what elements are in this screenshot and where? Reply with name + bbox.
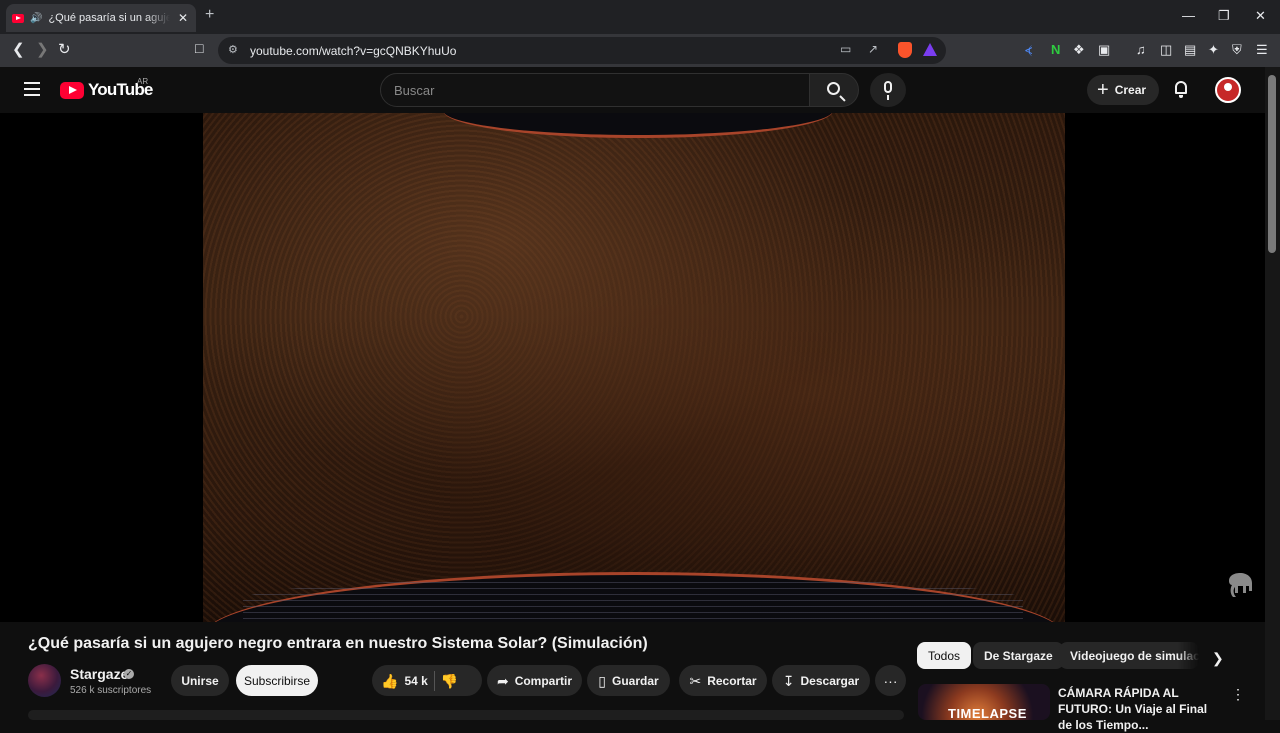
country-code: AR bbox=[137, 77, 149, 86]
screenshot-icon[interactable]: ▣ bbox=[1098, 42, 1110, 58]
microphone-icon bbox=[884, 81, 892, 100]
cast-icon[interactable]: ▭ bbox=[840, 42, 851, 56]
youtube-play-icon bbox=[60, 81, 84, 99]
page-scrollbar[interactable] bbox=[1265, 67, 1280, 720]
like-button[interactable]: 👍 54 k bbox=[381, 674, 428, 688]
chip-videojuego[interactable]: Videojuego de simulación bbox=[1059, 642, 1199, 669]
save-button[interactable]: ▯ Guardar bbox=[587, 665, 670, 696]
window-close-button[interactable]: ✕ bbox=[1255, 8, 1266, 24]
brave-rewards-icon[interactable] bbox=[923, 43, 937, 56]
sidebar-icon[interactable]: ◫ bbox=[1160, 42, 1172, 58]
verified-badge-icon: ✓ bbox=[124, 669, 134, 679]
browser-toolbar: ❮ ❯ ↻ □ ⚙ youtube.com/watch?v=gcQNBKYhuU… bbox=[0, 34, 1280, 67]
save-bookmark-icon: ▯ bbox=[598, 672, 607, 689]
translate-extension-icon[interactable]: ⦓ bbox=[1025, 42, 1032, 58]
plus-icon: + bbox=[1097, 79, 1109, 101]
restore-button[interactable]: ❐ bbox=[1218, 8, 1230, 24]
browser-menu-icon[interactable]: ☰ bbox=[1256, 42, 1268, 58]
chevron-right-icon[interactable]: ❯ bbox=[1212, 650, 1224, 667]
speaker-icon[interactable]: 🔊 bbox=[30, 13, 42, 24]
video-player[interactable] bbox=[0, 113, 1265, 622]
wallet-icon[interactable]: ▤ bbox=[1184, 42, 1196, 58]
create-button[interactable]: + Crear bbox=[1087, 75, 1159, 105]
video-title: ¿Qué pasaría si un agujero negro entrara… bbox=[28, 635, 648, 652]
spacecraft-rim-top bbox=[443, 113, 833, 138]
description-box[interactable] bbox=[28, 710, 904, 720]
like-dislike-group: 👍 54 k 👎 bbox=[372, 665, 482, 696]
vpn-shield-icon[interactable]: ⛨ bbox=[1232, 42, 1242, 58]
channel-name[interactable]: Stargaze bbox=[70, 666, 128, 682]
reload-icon[interactable]: ↻ bbox=[58, 40, 71, 58]
youtube-favicon-icon bbox=[12, 13, 24, 23]
subscribe-button[interactable]: Subscribirse bbox=[236, 665, 318, 696]
recommended-thumbnail[interactable]: TIMELAPSE bbox=[918, 684, 1050, 720]
voice-search-button[interactable] bbox=[870, 73, 906, 107]
elephant-watermark-icon[interactable] bbox=[1225, 571, 1255, 599]
back-icon[interactable]: ❮ bbox=[12, 40, 25, 58]
address-bar[interactable]: ⚙ youtube.com/watch?v=gcQNBKYhuUo ▭ ↗ bbox=[218, 37, 946, 64]
url-text[interactable]: youtube.com/watch?v=gcQNBKYhuUo bbox=[250, 44, 456, 58]
thumbs-down-icon[interactable]: 👎 bbox=[441, 674, 458, 688]
download-button[interactable]: ↧ Descargar bbox=[772, 665, 870, 696]
like-divider bbox=[433, 670, 435, 691]
tab-close-icon[interactable]: ✕ bbox=[176, 11, 190, 25]
recommended-title[interactable]: CÁMARA RÁPIDA AL FUTURO: Un Viaje al Fin… bbox=[1058, 685, 1223, 733]
site-info-icon[interactable]: ⚙ bbox=[228, 43, 238, 56]
minimize-button[interactable]: — bbox=[1182, 8, 1195, 23]
more-actions-button[interactable]: ··· bbox=[875, 665, 906, 696]
scrollbar-thumb[interactable] bbox=[1268, 75, 1276, 253]
search-placeholder: Buscar bbox=[394, 83, 435, 98]
n-extension-icon[interactable]: N bbox=[1051, 42, 1060, 57]
more-vert-icon[interactable]: ⋮ bbox=[1231, 686, 1245, 703]
browser-tabstrip: 🔊 ¿Qué pasaría si un agujero negro entra… bbox=[0, 0, 1280, 34]
new-tab-button[interactable]: + bbox=[205, 6, 214, 24]
guide-menu-icon[interactable] bbox=[24, 82, 40, 96]
scissors-icon: ✂ bbox=[689, 672, 702, 689]
notifications-bell-icon[interactable] bbox=[1173, 80, 1189, 98]
channel-avatar[interactable] bbox=[28, 664, 61, 697]
brave-shields-icon[interactable] bbox=[898, 42, 912, 58]
video-frame[interactable] bbox=[203, 113, 1065, 622]
leo-ai-icon[interactable]: ✦ bbox=[1208, 42, 1219, 58]
create-label: Crear bbox=[1114, 83, 1147, 97]
forward-icon[interactable]: ❯ bbox=[36, 40, 49, 58]
like-count: 54 k bbox=[404, 673, 428, 688]
search-button[interactable] bbox=[809, 73, 859, 107]
clip-button[interactable]: ✂ Recortar bbox=[679, 665, 767, 696]
more-horizontal-icon: ··· bbox=[883, 672, 898, 689]
bookmark-icon[interactable]: □ bbox=[195, 40, 203, 56]
chip-todos[interactable]: Todos bbox=[917, 642, 972, 669]
tab-title: ¿Qué pasaría si un agujero negro entrara… bbox=[48, 12, 170, 24]
spacecraft-vents bbox=[243, 577, 1023, 622]
search-icon bbox=[827, 82, 840, 95]
media-icon[interactable]: ♫ bbox=[1136, 42, 1146, 57]
share-button[interactable]: ➦ Compartir bbox=[487, 665, 582, 696]
share-page-icon[interactable]: ↗ bbox=[868, 42, 878, 56]
download-icon: ↧ bbox=[782, 672, 795, 689]
share-icon: ➦ bbox=[496, 672, 509, 689]
account-avatar[interactable] bbox=[1215, 77, 1241, 103]
extensions-puzzle-icon[interactable]: ❖ bbox=[1073, 42, 1085, 58]
join-button[interactable]: Unirse bbox=[171, 665, 229, 696]
thumbnail-text: TIMELAPSE bbox=[948, 706, 1027, 720]
chip-de-stargaze[interactable]: De Stargaze bbox=[973, 642, 1064, 669]
search-input[interactable]: Buscar bbox=[380, 73, 810, 107]
browser-tab[interactable]: 🔊 ¿Qué pasaría si un agujero negro entra… bbox=[6, 4, 196, 32]
youtube-header: YouTube AR Buscar + Crear bbox=[0, 67, 1265, 113]
subscriber-count: 526 k suscriptores bbox=[70, 685, 152, 696]
thumbs-up-icon: 👍 bbox=[381, 672, 399, 689]
